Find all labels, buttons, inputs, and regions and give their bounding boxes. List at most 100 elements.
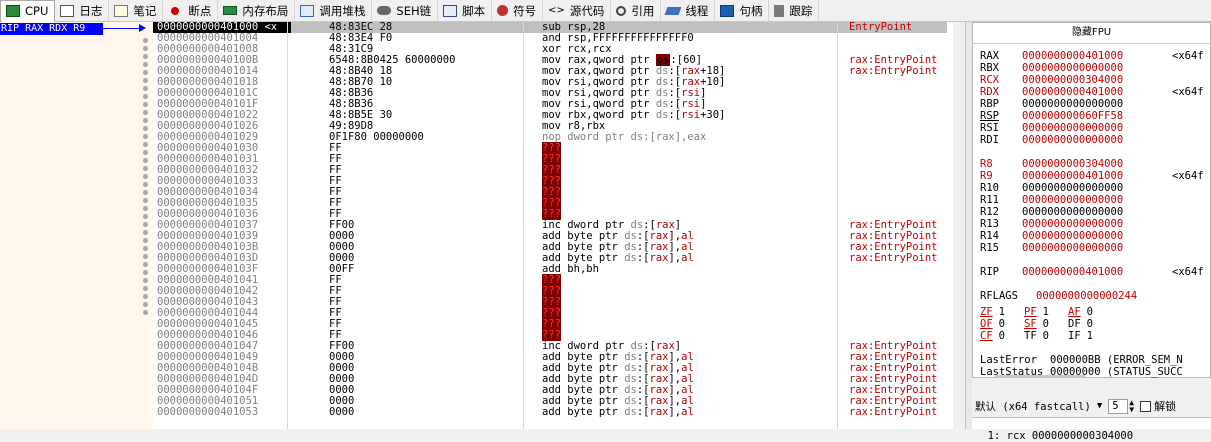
tab-call-stack[interactable]: 调用堆栈 — [295, 0, 373, 21]
register-row[interactable]: RSP 000000000060FF58 — [980, 110, 1204, 122]
disassembly-view[interactable]: 0000000000401000 <x 48:83EC 28 sub rsp,28 E… — [153, 22, 953, 429]
breakpoint-dot[interactable] — [143, 214, 148, 219]
flag-item[interactable]: ZF 1 — [980, 306, 1024, 318]
breakpoint-dot[interactable] — [143, 286, 148, 291]
register-value[interactable]: 0000000000000000 — [1022, 182, 1172, 194]
breakpoint-dot[interactable] — [143, 54, 148, 59]
breakpoint-dot[interactable] — [143, 102, 148, 107]
arg-count-spinner[interactable]: 5 — [1108, 398, 1129, 414]
register-value[interactable]: 0000000000000000 — [1022, 134, 1172, 146]
panel-splitter[interactable] — [965, 22, 972, 429]
hide-fpu-button[interactable]: 隐藏FPU — [973, 23, 1210, 44]
breakpoint-dot[interactable] — [143, 262, 148, 267]
tab-log[interactable]: 日志 — [55, 0, 110, 21]
breakpoint-dot[interactable] — [143, 246, 148, 251]
tab-notes[interactable]: 笔记 — [109, 0, 164, 21]
breakpoint-dot[interactable] — [143, 118, 148, 123]
horizontal-scrollbar[interactable] — [995, 375, 1085, 378]
breakpoint-dot[interactable] — [143, 206, 148, 211]
breakpoint-dot[interactable] — [143, 198, 148, 203]
register-value[interactable]: 0000000000000000 — [1022, 62, 1172, 74]
register-gutter[interactable]: RIP RAX RDX R9 — [0, 22, 153, 429]
tab-breakpoint[interactable]: 断点 — [163, 0, 219, 21]
register-value[interactable]: 0000000000000000 — [1022, 242, 1172, 254]
register-value[interactable]: 0000000000000000 — [1022, 98, 1172, 110]
breakpoint-dot[interactable] — [143, 134, 148, 139]
breakpoint-dot[interactable] — [143, 94, 148, 99]
tab-source[interactable]: <> 源代码 — [543, 0, 612, 21]
register-value[interactable]: 0000000000000000 — [1022, 218, 1172, 230]
tab-handles[interactable]: 句柄 — [715, 0, 770, 21]
tab-memory-map[interactable]: 内存布局 — [218, 0, 296, 21]
register-value[interactable]: 0000000000000000 — [1022, 230, 1172, 242]
breakpoint-dot[interactable] — [143, 38, 148, 43]
register-row[interactable]: R11 0000000000000000 — [980, 194, 1204, 206]
flag-item[interactable]: SF 0 — [1024, 318, 1068, 330]
flag-item[interactable]: CF 0 — [980, 330, 1024, 342]
flag-item[interactable]: AF 0 — [1068, 306, 1112, 318]
disasm-row[interactable]: 0000000000401053 0000 add byte ptr ds:[rax… — [153, 407, 953, 418]
flag-item[interactable]: DF 0 — [1068, 318, 1112, 330]
breakpoint-dot[interactable] — [143, 270, 148, 275]
breakpoint-dot[interactable] — [143, 86, 148, 91]
register-value[interactable]: 0000000000401000 — [1022, 86, 1172, 98]
spinner-arrows-icon[interactable]: ▲ ▼ — [1129, 399, 1134, 414]
register-value[interactable]: 0000000000304000 — [1022, 74, 1172, 86]
breakpoint-dot[interactable] — [143, 142, 148, 147]
register-row[interactable]: R9 0000000000401000 <x64f — [980, 170, 1204, 182]
register-value[interactable]: 0000000000401000 — [1022, 170, 1172, 182]
breakpoint-dot[interactable] — [143, 62, 148, 67]
tab-trace[interactable]: 跟踪 — [769, 0, 820, 21]
breakpoint-dot[interactable] — [143, 254, 148, 259]
register-row[interactable]: R12 0000000000000000 — [980, 206, 1204, 218]
breakpoint-dot[interactable] — [143, 158, 148, 163]
breakpoint-dot[interactable] — [143, 238, 148, 243]
breakpoint-dot[interactable] — [143, 174, 148, 179]
breakpoint-dot[interactable] — [143, 182, 148, 187]
register-panel[interactable]: 隐藏FPU RAX 0000000000401000 <x64f RBX 0000000… — [972, 22, 1211, 378]
tab-script[interactable]: 脚本 — [438, 0, 493, 21]
tab-seh[interactable]: SEH链 — [372, 0, 439, 21]
register-value[interactable]: 0000000000401000 — [1022, 50, 1172, 62]
breakpoint-dot[interactable] — [143, 150, 148, 155]
register-row[interactable]: RBP 0000000000000000 — [980, 98, 1204, 110]
register-row[interactable]: R15 0000000000000000 — [980, 242, 1204, 254]
register-row[interactable]: R10 0000000000000000 — [980, 182, 1204, 194]
breakpoint-dot[interactable] — [143, 166, 148, 171]
breakpoint-dot[interactable] — [143, 278, 148, 283]
flag-item[interactable]: IF 1 — [1068, 330, 1112, 342]
breakpoint-dot[interactable] — [143, 294, 148, 299]
last-error-row[interactable]: LastError 000000BB (ERROR_SEM_N — [980, 354, 1204, 366]
register-value[interactable]: 0000000000000000 — [1022, 194, 1172, 206]
breakpoint-dot[interactable] — [143, 222, 148, 227]
register-row[interactable]: RAX 0000000000401000 <x64f — [980, 50, 1204, 62]
tab-symbols[interactable]: 符号 — [492, 0, 544, 21]
call-args-view[interactable]: 1: rcx 0000000000304000 — [972, 417, 1211, 442]
calling-convention-dropdown[interactable]: 默认 (x64 fastcall) ▼ — [975, 399, 1102, 414]
register-row[interactable]: R14 0000000000000000 — [980, 230, 1204, 242]
tab-cpu[interactable]: CPU — [0, 0, 56, 22]
register-row[interactable]: RDI 0000000000000000 — [980, 134, 1204, 146]
register-value[interactable]: 000000000060FF58 — [1022, 110, 1172, 122]
register-row[interactable]: RDX 0000000000401000 <x64f — [980, 86, 1204, 98]
tab-references[interactable]: 引用 — [611, 0, 662, 21]
breakpoint-dot[interactable] — [143, 46, 148, 51]
register-value[interactable]: 0000000000000244 — [1036, 290, 1186, 302]
register-value[interactable]: 0000000000401000 — [1022, 266, 1172, 278]
breakpoint-dot[interactable] — [143, 302, 148, 307]
breakpoint-dot[interactable] — [143, 110, 148, 115]
register-row[interactable]: R8 0000000000304000 — [980, 158, 1204, 170]
breakpoint-dot[interactable] — [143, 126, 148, 131]
flag-item[interactable]: PF 1 — [1024, 306, 1068, 318]
register-row[interactable]: RCX 0000000000304000 — [980, 74, 1204, 86]
breakpoint-dot[interactable] — [143, 230, 148, 235]
breakpoint-dot[interactable] — [143, 310, 148, 315]
register-row[interactable]: RFLAGS 0000000000000244 — [980, 290, 1204, 302]
breakpoint-dot[interactable] — [143, 190, 148, 195]
register-value[interactable]: 0000000000000000 — [1022, 122, 1172, 134]
register-row[interactable]: R13 0000000000000000 — [980, 218, 1204, 230]
register-row[interactable]: RBX 0000000000000000 — [980, 62, 1204, 74]
lock-checkbox[interactable] — [1140, 400, 1152, 412]
flag-item[interactable]: OF 0 — [980, 318, 1024, 330]
flag-item[interactable]: TF 0 — [1024, 330, 1068, 342]
